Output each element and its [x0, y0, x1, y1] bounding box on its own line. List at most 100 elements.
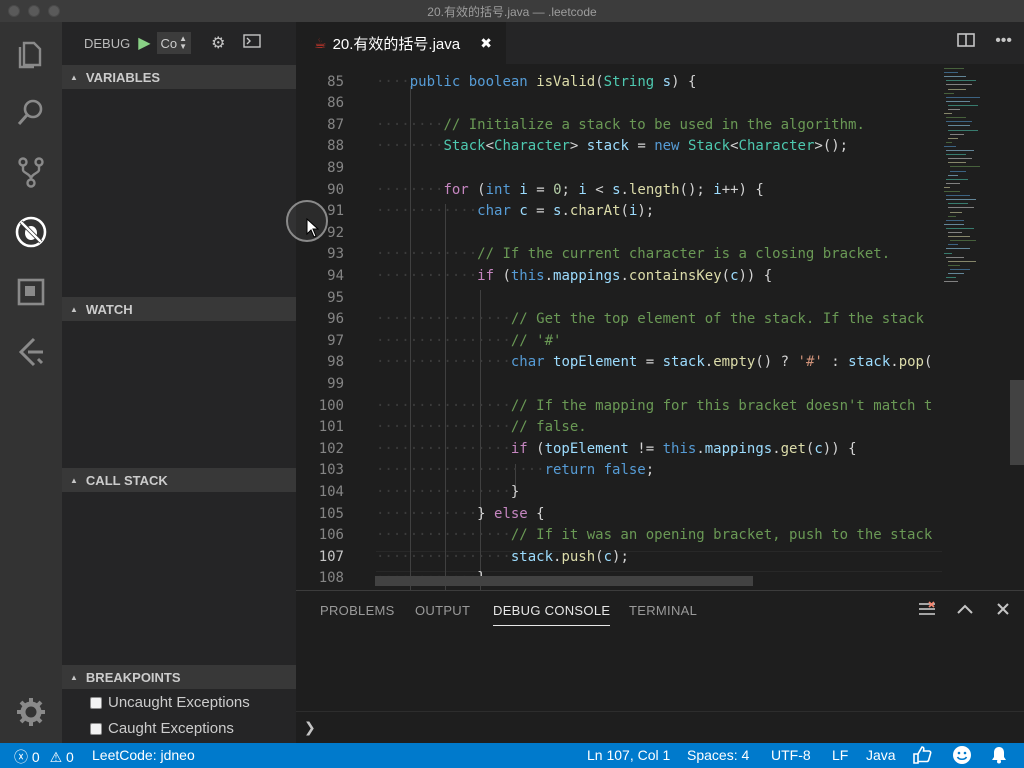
leetcode-user[interactable]: LeetCode: jdneo [92, 747, 195, 763]
line-number[interactable]: 102 [296, 441, 344, 457]
line-number[interactable]: 101 [296, 419, 344, 435]
code-line[interactable]: ················// false. [376, 419, 587, 435]
minimap-line [948, 273, 964, 274]
debug-icon[interactable] [0, 204, 62, 260]
variables-section-header[interactable]: ▲ VARIABLES [62, 65, 296, 89]
line-ending[interactable]: LF [832, 747, 848, 763]
feedback-smiley-icon[interactable] [952, 745, 972, 768]
code-line[interactable]: ················// If the mapping for th… [376, 398, 932, 414]
line-number[interactable]: 86 [296, 95, 344, 111]
line-number[interactable]: 94 [296, 268, 344, 284]
line-number[interactable]: 100 [296, 398, 344, 414]
line-number[interactable]: 108 [296, 570, 344, 586]
line-number[interactable]: 87 [296, 117, 344, 133]
breakpoint-uncaught-exceptions[interactable]: Uncaught Exceptions [90, 694, 250, 711]
language-mode[interactable]: Java [866, 747, 896, 763]
tab-problems[interactable]: PROBLEMS [320, 603, 395, 618]
line-number[interactable]: 85 [296, 74, 344, 90]
minimap-line [948, 244, 958, 246]
code-line[interactable]: ················// Get the top element o… [376, 311, 924, 327]
tab-terminal[interactable]: TERMINAL [629, 603, 697, 618]
tab-output[interactable]: OUTPUT [415, 603, 470, 618]
code-line[interactable]: ········Stack<Character> stack = new Sta… [376, 138, 848, 154]
code-line[interactable]: ········for (int i = 0; i < s.length(); … [376, 182, 764, 198]
console-input-prompt[interactable]: ❯ [304, 719, 316, 736]
code-line[interactable]: ················stack.push(c); [376, 549, 629, 565]
minimap-line [948, 215, 956, 217]
more-actions-icon[interactable]: ••• [995, 32, 1012, 53]
code-line[interactable]: ············} else { [376, 506, 545, 522]
minimap-line [944, 92, 954, 94]
line-number[interactable]: 107 [296, 549, 344, 565]
notifications-bell-icon[interactable] [990, 746, 1008, 767]
code-line[interactable]: ····················return false; [376, 462, 654, 478]
window-controls [8, 5, 60, 17]
close-panel-icon[interactable] [995, 601, 1011, 622]
watch-section-header[interactable]: ▲ WATCH [62, 297, 296, 321]
close-tab-icon[interactable]: ✖ [480, 35, 492, 52]
line-number[interactable]: 84 [296, 64, 344, 68]
split-editor-icon[interactable] [957, 32, 975, 53]
debug-config-select[interactable]: Co ▲ ▼ [156, 32, 192, 54]
encoding[interactable]: UTF-8 [771, 747, 811, 763]
close-window-button[interactable] [8, 5, 20, 17]
breakpoint-caught-exceptions[interactable]: Caught Exceptions [90, 720, 234, 737]
checkbox[interactable] [90, 722, 102, 735]
editor-tab[interactable]: ☕ 20.有效的括号.java ✖ [296, 22, 506, 64]
minimize-window-button[interactable] [28, 5, 40, 17]
call-stack-section-header[interactable]: ▲ CALL STACK [62, 468, 296, 492]
clear-console-icon[interactable] [918, 601, 936, 622]
code-line[interactable]: ············char c = s.charAt(i); [376, 203, 654, 219]
line-number[interactable]: 103 [296, 462, 344, 478]
checkbox[interactable] [90, 696, 102, 709]
line-number[interactable]: 90 [296, 182, 344, 198]
vertical-scrollbar[interactable] [1010, 380, 1024, 465]
line-number[interactable]: 104 [296, 484, 344, 500]
maximize-window-button[interactable] [48, 5, 60, 17]
minimap-line [946, 117, 966, 119]
line-number[interactable]: 88 [296, 138, 344, 154]
code-editor[interactable]: 84 85 ····public boolean isValid(String s)… [296, 64, 942, 590]
line-number[interactable]: 99 [296, 376, 344, 392]
code-line[interactable]: ····public boolean isValid(String s) { [376, 74, 696, 90]
code-line[interactable]: ················} [376, 484, 519, 500]
debug-console-icon[interactable] [243, 33, 262, 53]
code-line[interactable]: ················// If it was an opening … [376, 527, 932, 543]
tab-debug-console[interactable]: DEBUG CONSOLE [493, 603, 611, 626]
debug-settings-gear-icon[interactable]: ⚙ [211, 33, 225, 53]
minimap-line [944, 72, 958, 74]
minimap[interactable] [942, 64, 1024, 590]
line-number[interactable]: 93 [296, 246, 344, 262]
line-number[interactable]: 96 [296, 311, 344, 327]
files-icon[interactable] [0, 26, 62, 82]
code-line[interactable]: ············if (this.mappings.containsKe… [376, 268, 772, 284]
search-icon[interactable] [0, 84, 62, 140]
minimap-line [948, 125, 970, 127]
code-line[interactable]: ················// '#' [376, 333, 561, 349]
line-number[interactable]: 105 [296, 506, 344, 522]
extensions-icon[interactable] [0, 264, 62, 320]
indentation[interactable]: Spaces: 4 [687, 747, 749, 763]
line-number[interactable]: 89 [296, 160, 344, 176]
code-line[interactable]: ················char topElement = stack.… [376, 354, 932, 370]
collapse-triangle-icon: ▲ [70, 72, 78, 82]
horizontal-scrollbar[interactable] [375, 576, 753, 586]
breakpoints-section-header[interactable]: ▲ BREAKPOINTS [62, 665, 296, 689]
line-number[interactable]: 98 [296, 354, 344, 370]
warning-count: 0 [66, 749, 74, 765]
minimap-line [946, 195, 970, 197]
start-debugging-icon[interactable]: ▶ [138, 33, 150, 53]
line-number[interactable]: 106 [296, 527, 344, 543]
cursor-position[interactable]: Ln 107, Col 1 [587, 747, 670, 763]
line-number[interactable]: 97 [296, 333, 344, 349]
code-line[interactable]: ········// Initialize a stack to be used… [376, 117, 865, 133]
code-line[interactable]: ················if (topElement != this.m… [376, 441, 857, 457]
code-line[interactable]: ············// If the current character … [376, 246, 890, 262]
problems-indicator[interactable]: ⓧ 0 ⚠ 0 [14, 747, 74, 767]
line-number[interactable]: 95 [296, 290, 344, 306]
maximize-panel-icon[interactable] [956, 601, 974, 622]
source-control-icon[interactable] [0, 144, 62, 200]
leetcode-icon[interactable] [0, 324, 62, 380]
thumbs-up-icon[interactable] [912, 745, 932, 768]
settings-gear-icon[interactable] [0, 684, 62, 740]
